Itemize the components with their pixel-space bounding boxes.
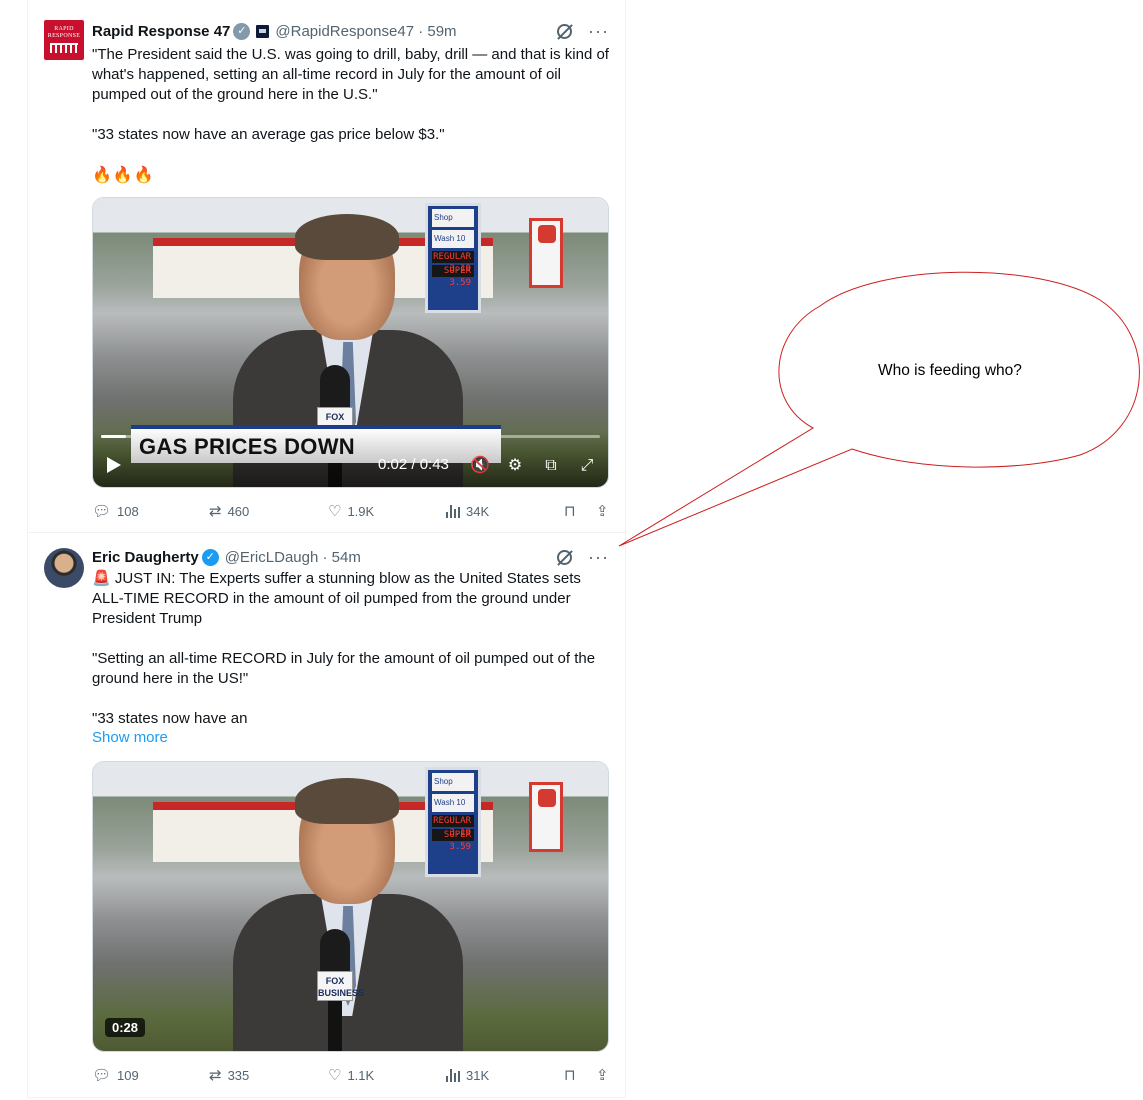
tweet-rapid-response[interactable]: RAPID RESPONSE Rapid Response 47 ✓ @Rapi…: [28, 0, 627, 533]
fire-emoji: 🔥🔥🔥: [92, 167, 155, 184]
display-name[interactable]: Rapid Response 47: [92, 23, 230, 40]
tweet-actions: 💬︎ 109 ⇄ 335 ♡ 1.1K 31K ⊓ ⇪: [92, 1065, 612, 1085]
repost-button[interactable]: ⇄ 335: [209, 1068, 328, 1083]
grok-icon[interactable]: [557, 549, 573, 565]
bookmark-button[interactable]: ⊓: [564, 1068, 596, 1083]
tweet-text: 🚨 JUST IN: The Experts suffer a stunning…: [92, 570, 596, 727]
station-brand-sign: [529, 782, 563, 852]
like-icon: ♡: [328, 1066, 342, 1084]
handle-and-time[interactable]: @EricLDaugh · 54m: [225, 549, 361, 566]
reply-count: 109: [117, 1067, 139, 1083]
reporter-hair: [295, 214, 399, 260]
views-button[interactable]: 31K: [446, 1068, 564, 1083]
video-duration-badge: 0:28: [105, 1018, 146, 1037]
like-count: 1.1K: [347, 1067, 375, 1083]
affiliation-badge-icon[interactable]: [256, 24, 270, 38]
avatar[interactable]: [44, 548, 84, 588]
tweet-top-actions: ···: [557, 21, 609, 41]
timeline-feed: RAPID RESPONSE Rapid Response 47 ✓ @Rapi…: [27, 0, 627, 1098]
video-player[interactable]: Shop Wash 10 REGULAR 3.19 SUPER 3.59 FOX: [92, 197, 609, 488]
microphone: FOX BUSINESS: [317, 929, 364, 1051]
video-player[interactable]: Shop Wash 10 REGULAR 3.19 SUPER 3.59 FOX…: [92, 761, 609, 1052]
like-button[interactable]: ♡ 1.9K: [328, 504, 446, 519]
like-count: 1.9K: [347, 503, 375, 519]
reply-icon: 💬︎: [92, 1066, 112, 1084]
speech-bubble-outline: [618, 271, 1140, 547]
reporter-hair: [295, 778, 399, 824]
repost-icon: ⇄: [209, 1066, 222, 1084]
fullscreen-icon[interactable]: ⤢: [577, 456, 597, 476]
mic-flag: FOX BUSINESS: [317, 971, 364, 1001]
like-icon: ♡: [328, 502, 342, 520]
verified-badge-blue-icon[interactable]: ✓: [201, 548, 219, 566]
reply-icon: 💬︎: [92, 502, 112, 520]
share-icon: ⇪: [596, 502, 609, 520]
tweet-eric-daugherty[interactable]: Eric Daugherty ✓ @EricLDaugh · 54m ··· 🚨…: [28, 534, 627, 1098]
display-name[interactable]: Eric Daugherty: [92, 549, 199, 566]
tweet-top-actions: ···: [557, 547, 609, 567]
views-button[interactable]: 34K: [446, 504, 564, 519]
more-icon[interactable]: ···: [588, 548, 609, 566]
bookmark-icon: ⊓: [564, 502, 576, 520]
reply-button[interactable]: 💬︎ 108: [92, 504, 209, 519]
handle-and-time[interactable]: @RapidResponse47 · 59m: [275, 23, 456, 40]
verified-badge-grey-icon[interactable]: ✓: [233, 22, 251, 40]
speech-bubble-text: Who is feeding who?: [878, 362, 1022, 379]
avatar[interactable]: RAPID RESPONSE: [44, 20, 84, 60]
chyron-text: GAS PRICES DOWN: [139, 434, 355, 459]
reply-button[interactable]: 💬︎ 109: [92, 1068, 209, 1083]
mic-handle: [328, 1001, 342, 1051]
views-icon: [446, 504, 460, 518]
share-button[interactable]: ⇪: [596, 1068, 609, 1083]
views-count: 31K: [466, 1067, 490, 1083]
tweet-actions: 💬︎ 108 ⇄ 460 ♡ 1.9K 34K ⊓ ⇪: [92, 501, 612, 521]
pip-icon[interactable]: ⧉: [541, 456, 561, 476]
views-count: 34K: [466, 503, 490, 519]
grok-icon[interactable]: [557, 23, 573, 39]
avatar-logo-text: RAPID RESPONSE: [47, 26, 81, 39]
repost-button[interactable]: ⇄ 460: [209, 504, 328, 519]
repost-icon: ⇄: [209, 502, 222, 520]
views-icon: [446, 1068, 460, 1082]
bookmark-icon: ⊓: [564, 1066, 576, 1084]
video-progress-fill: [101, 435, 126, 438]
station-brand-sign: [529, 218, 563, 288]
video-time: 0:02 / 0:43: [378, 456, 449, 473]
more-icon[interactable]: ···: [588, 22, 609, 40]
like-button[interactable]: ♡ 1.1K: [328, 1068, 446, 1083]
building-icon: [50, 43, 78, 53]
tweet-header: Eric Daugherty ✓ @EricLDaugh · 54m: [92, 547, 361, 567]
repost-count: 460: [227, 503, 250, 519]
mute-icon[interactable]: 🔇: [470, 456, 490, 476]
reply-count: 108: [117, 503, 139, 519]
share-button[interactable]: ⇪: [596, 504, 609, 519]
bookmark-button[interactable]: ⊓: [564, 504, 596, 519]
tweet-header: Rapid Response 47 ✓ @RapidResponse47 · 5…: [92, 21, 457, 41]
play-icon[interactable]: [107, 457, 121, 473]
share-icon: ⇪: [596, 1066, 609, 1084]
reporter: FOX BUSINESS: [233, 778, 463, 1051]
repost-count: 335: [227, 1067, 250, 1083]
show-more-link[interactable]: Show more: [92, 729, 168, 746]
tweet-text: "The President said the U.S. was going t…: [92, 46, 609, 143]
settings-gear-icon[interactable]: ⚙: [505, 456, 525, 476]
